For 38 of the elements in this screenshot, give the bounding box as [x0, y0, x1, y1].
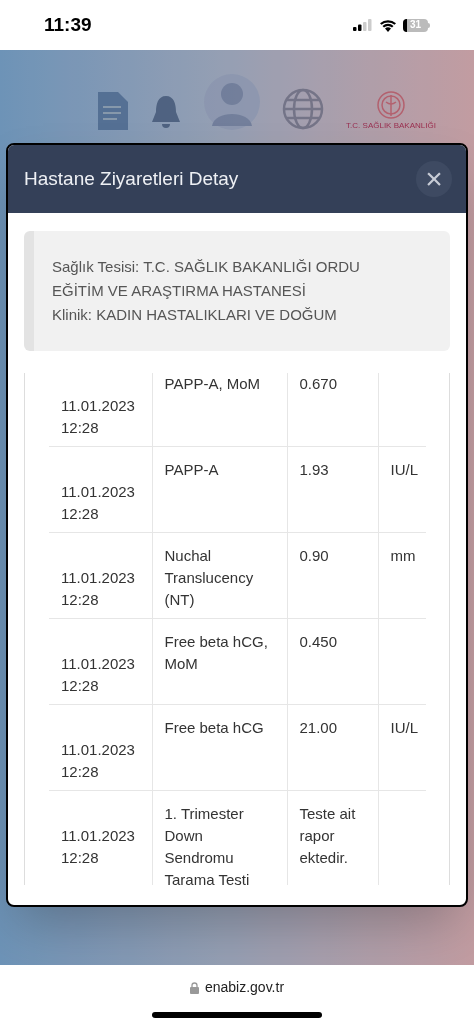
- lock-icon: [189, 981, 199, 994]
- emblem-icon: [376, 90, 406, 120]
- date-cell-text: 11.01.2023 12:28: [61, 740, 136, 782]
- result-value: Teste ait rapor ektedir.: [299, 804, 357, 868]
- status-time: 11:39: [44, 12, 92, 37]
- result-value: 0.90: [299, 546, 330, 566]
- date-cell-text: 11.01.2023 12:28: [61, 482, 136, 524]
- date-cell-text: 11.01.2023 12:28: [61, 826, 136, 868]
- wifi-icon: [379, 18, 397, 32]
- test-name: Nuchal Translucency (NT): [164, 546, 255, 610]
- unit-text: IU/L: [390, 718, 419, 738]
- date-cell-text: 11.01.2023 12:28: [61, 568, 136, 610]
- info-text: Klinik: KADIN HASTALIKLARI VE DOĞUM: [52, 305, 338, 325]
- result-value: 1.93: [299, 460, 330, 480]
- logo-caption: T.C. SAĞLIK BAKANLIĞI: [346, 122, 436, 130]
- unit-text: mm: [390, 546, 417, 566]
- unit-text: IU/L: [390, 460, 419, 480]
- close-button[interactable]: ×: [416, 161, 452, 197]
- signal-icon: [353, 19, 373, 31]
- result-value: 21.00: [299, 718, 339, 738]
- test-name: Free beta hCG: [164, 718, 265, 738]
- document-icon: [98, 92, 129, 130]
- test-name: 1. Trimester Down Sendromu Tarama Testi: [164, 804, 251, 885]
- test-name: Free beta hCG, MoM: [164, 632, 269, 674]
- battery-icon: 31: [403, 18, 430, 32]
- result-value: 0.670: [299, 374, 339, 394]
- user-icon: [204, 74, 261, 130]
- result-value: 0.450: [299, 632, 339, 652]
- globe-icon: [282, 88, 325, 130]
- date-cell-text: 11.01.2023 12:28: [61, 396, 136, 438]
- bell-icon: [150, 94, 183, 130]
- url-text[interactable]: enabiz.gov.tr: [204, 977, 285, 998]
- test-name: PAPP-A, MoM: [164, 374, 262, 394]
- info-text: Sağlık Tesisi: T.C. SAĞLIK BAKANLIĞI ORDU EĞİTİM VE ARAŞTIRMA HASTANESİ: [52, 257, 361, 301]
- home-indicator[interactable]: [152, 1012, 322, 1018]
- date-cell-text: 11.01.2023 12:28: [61, 654, 136, 696]
- modal-title: Hastane Ziyaretleri Detay: [24, 166, 239, 191]
- test-name: PAPP-A: [164, 460, 220, 480]
